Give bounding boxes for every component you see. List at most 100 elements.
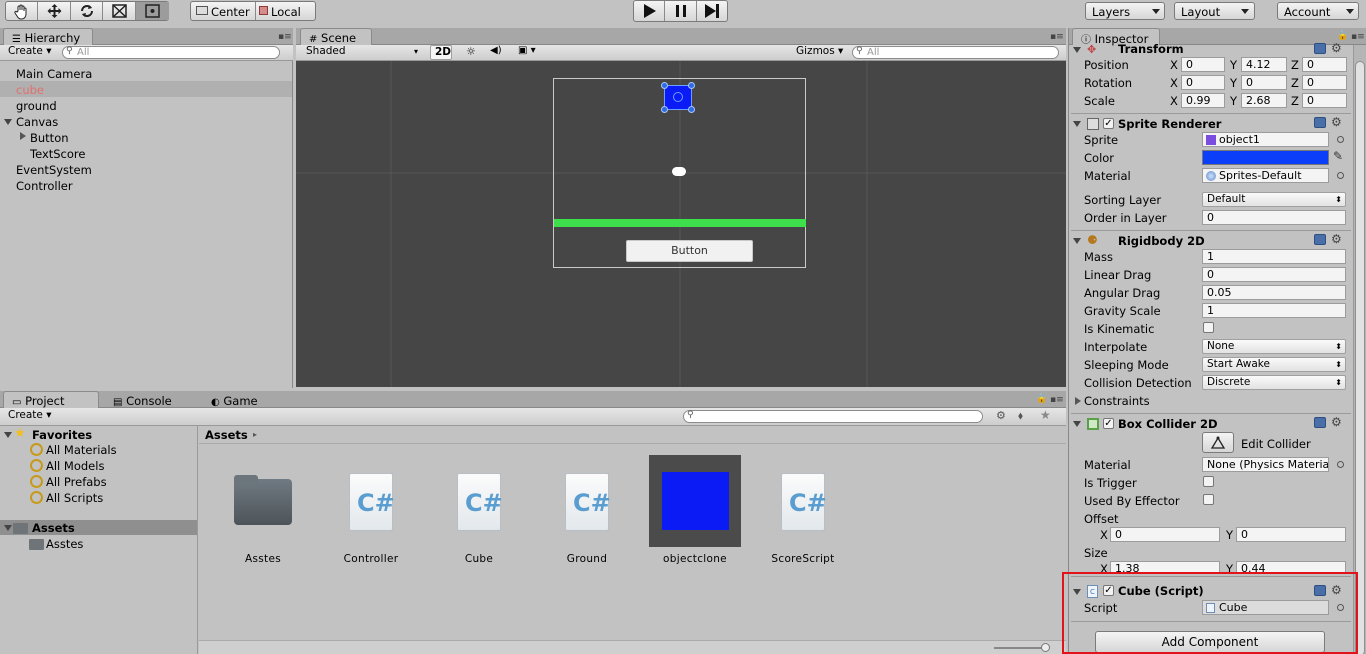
position-z-label[interactable]: Z [1291, 58, 1299, 72]
position-x-field[interactable]: 0 [1181, 57, 1225, 72]
asset-item[interactable]: C# ScoreScript [758, 455, 848, 565]
help-icon[interactable] [1314, 417, 1326, 428]
edit-collider-button[interactable] [1202, 432, 1234, 453]
panel-menu-icon[interactable]: ▪≡ [1050, 395, 1064, 405]
rotation-x-field[interactable]: 0 [1181, 75, 1225, 90]
asstes-tree-item[interactable]: Asstes [46, 537, 83, 551]
button-foldout-icon[interactable] [20, 132, 26, 140]
assets-tree-item[interactable]: Assets [32, 521, 75, 535]
collision-detection-dropdown[interactable]: Discrete ⬍ [1202, 375, 1346, 390]
rotation-y-field[interactable]: 0 [1241, 75, 1287, 90]
help-icon[interactable] [1314, 234, 1326, 245]
zoom-slider-handle[interactable] [1041, 643, 1050, 652]
angular-drag-field[interactable]: 0.05 [1202, 285, 1346, 300]
tab-hierarchy[interactable]: ☰ Hierarchy [3, 28, 93, 45]
asset-item[interactable]: C# Ground [542, 455, 632, 565]
panel-menu-icon[interactable]: ▪≡ [1351, 32, 1365, 42]
canvas-foldout-icon[interactable] [4, 119, 12, 125]
sleeping-mode-dropdown[interactable]: Start Awake ⬍ [1202, 357, 1346, 372]
rect-handle-bottom-left-icon[interactable] [661, 106, 668, 113]
size-y-field[interactable]: 0.44 [1236, 561, 1346, 572]
linear-drag-field[interactable]: 0 [1202, 267, 1346, 282]
hand-tool-icon[interactable] [6, 2, 38, 20]
scale-x-field[interactable]: 0.99 [1181, 93, 1225, 108]
scene-search-input[interactable]: ⚲ All [852, 46, 1059, 59]
rigidbody-foldout-icon[interactable] [1073, 238, 1081, 244]
sprite-field[interactable]: object1 [1202, 132, 1329, 147]
project-search-input[interactable]: ⚲ [683, 410, 983, 423]
help-icon[interactable] [1314, 43, 1326, 54]
color-field[interactable] [1202, 150, 1329, 165]
material-field[interactable]: Sprites-Default [1202, 168, 1329, 183]
filter-by-type-icon[interactable]: ⚙ [996, 409, 1006, 422]
rotation-z-field[interactable]: 0 [1302, 75, 1347, 90]
scale-x-label[interactable]: X [1170, 94, 1178, 108]
hierarchy-item-eventsystem[interactable]: EventSystem [16, 163, 92, 177]
lock-icon[interactable]: 🔒 [1036, 394, 1047, 404]
gear-icon[interactable]: ⚙ [1331, 116, 1342, 128]
gizmos-dropdown[interactable]: Gizmos ▾ [792, 45, 844, 60]
assets-foldout-icon[interactable] [4, 525, 12, 531]
constraints-label[interactable]: Constraints [1084, 394, 1150, 408]
pivot-mode-toggle[interactable]: Center Local [190, 1, 316, 21]
position-y-field[interactable]: 4.12 [1241, 57, 1287, 72]
favorites-foldout-icon[interactable] [4, 432, 12, 438]
scale-z-field[interactable]: 0 [1302, 93, 1347, 108]
hierarchy-item-main-camera[interactable]: Main Camera [16, 67, 92, 81]
rect-handle-top-right-icon[interactable] [688, 82, 695, 89]
is-trigger-checkbox[interactable] [1203, 476, 1214, 487]
cube-sprite[interactable] [664, 85, 692, 110]
size-x-field[interactable]: 1.38 [1110, 561, 1220, 572]
tab-game[interactable]: ◐ Game [202, 391, 282, 408]
panel-menu-icon[interactable]: ▪≡ [278, 32, 292, 42]
tab-project[interactable]: ▭ Project [3, 391, 99, 408]
panel-menu-icon[interactable]: ▪≡ [1050, 32, 1064, 42]
constraints-foldout-icon[interactable] [1075, 397, 1081, 405]
rect-handle-top-left-icon[interactable] [661, 82, 668, 89]
zoom-slider-track[interactable] [994, 647, 1046, 649]
interpolate-dropdown[interactable]: None ⬍ [1202, 339, 1346, 354]
pivot-local-label[interactable]: Local [271, 5, 301, 19]
step-button[interactable] [697, 1, 728, 21]
audio-toggle-icon[interactable]: ◀) [490, 45, 502, 56]
gravity-scale-field[interactable]: 1 [1202, 303, 1346, 318]
scale-z-label[interactable]: Z [1291, 94, 1299, 108]
is-kinematic-checkbox[interactable] [1203, 322, 1214, 333]
help-icon[interactable] [1314, 117, 1326, 128]
hierarchy-item-textscore[interactable]: TextScore [30, 147, 85, 161]
hierarchy-item-cube[interactable]: cube [16, 83, 44, 97]
rect-handle-bottom-right-icon[interactable] [688, 106, 695, 113]
size-y-label[interactable]: Y [1226, 562, 1233, 572]
shading-mode-dropdown[interactable]: Shaded ▾ [302, 45, 422, 60]
gear-icon[interactable]: ⚙ [1331, 42, 1342, 54]
asset-item[interactable]: objectclone [649, 455, 741, 565]
object-picker-icon[interactable] [1337, 172, 1344, 179]
tab-scene[interactable]: # Scene [300, 28, 372, 45]
offset-y-label[interactable]: Y [1226, 528, 1233, 542]
tab-console[interactable]: ▤ Console [104, 391, 194, 408]
hierarchy-item-controller[interactable]: Controller [16, 179, 73, 193]
scale-y-label[interactable]: Y [1230, 94, 1237, 108]
sorting-layer-dropdown[interactable]: Default ⬍ [1202, 192, 1346, 207]
ground-sprite[interactable] [554, 219, 806, 227]
rotation-x-label[interactable]: X [1170, 76, 1178, 90]
layout-dropdown[interactable]: Layout [1174, 2, 1255, 20]
scrollbar-thumb[interactable] [1355, 61, 1365, 654]
breadcrumb-assets[interactable]: Assets [205, 428, 248, 442]
move-tool-icon[interactable] [38, 2, 71, 20]
asset-item[interactable]: Asstes [218, 455, 308, 565]
favorite-star-icon[interactable]: ★ [1040, 408, 1051, 422]
offset-y-field[interactable]: 0 [1236, 527, 1346, 542]
used-by-effector-checkbox[interactable] [1203, 494, 1214, 505]
size-x-label[interactable]: X [1100, 562, 1108, 572]
scale-tool-icon[interactable] [103, 2, 136, 20]
rotation-z-label[interactable]: Z [1291, 76, 1299, 90]
lock-icon[interactable]: 🔒 [1337, 31, 1348, 41]
eyedropper-icon[interactable]: ✎ [1333, 149, 1343, 163]
offset-x-label[interactable]: X [1100, 528, 1108, 542]
filter-by-label-icon[interactable]: ⬧ [1018, 409, 1023, 423]
play-button[interactable] [634, 1, 665, 21]
project-create-dropdown[interactable]: Create ▾ [4, 409, 60, 424]
pivot-center-label[interactable]: Center [211, 5, 250, 19]
layers-dropdown[interactable]: Layers [1085, 2, 1165, 20]
